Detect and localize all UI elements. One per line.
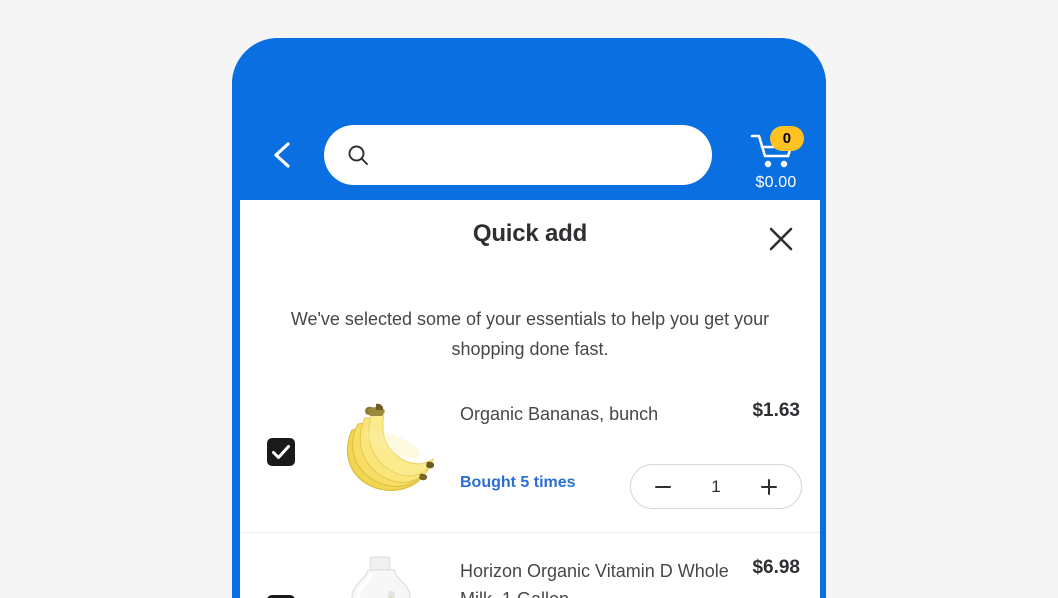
product-price: $1.63 <box>752 400 800 421</box>
product-row: Organic Bananas, bunch $1.63 Bought 5 ti… <box>240 376 820 532</box>
product-title: Organic Bananas, bunch <box>460 404 659 424</box>
page-title: Quick add <box>472 220 588 247</box>
app-header: 0 $0.00 <box>232 38 826 200</box>
close-button[interactable] <box>764 222 798 256</box>
checkmark-icon <box>272 445 290 459</box>
sheet-subtitle: We've selected some of your essentials t… <box>290 309 770 359</box>
bought-times-link[interactable]: Bought 5 times <box>460 474 576 492</box>
quantity-value: 1 <box>711 476 721 496</box>
product-checkbox[interactable] <box>267 438 295 466</box>
cart-total-label: $0.00 <box>755 174 797 191</box>
quantity-stepper: 1 <box>630 464 802 509</box>
close-icon <box>769 227 793 251</box>
milk-jug-image <box>328 553 434 598</box>
sheet-header: Quick add <box>240 200 820 266</box>
search-bar[interactable] <box>324 125 712 185</box>
phone-frame: 0 $0.00 Quick add We've selected some of… <box>232 38 826 598</box>
chevron-left-icon <box>274 142 290 168</box>
bananas-image <box>328 396 434 506</box>
product-list: Organic Bananas, bunch $1.63 Bought 5 ti… <box>240 376 820 598</box>
search-input[interactable] <box>382 146 682 164</box>
search-icon <box>348 145 368 165</box>
increment-button[interactable] <box>757 475 781 499</box>
decrement-button[interactable] <box>651 475 675 499</box>
plus-icon <box>761 478 777 495</box>
cart-count-badge: 0 <box>770 126 804 151</box>
back-button[interactable] <box>265 138 299 172</box>
product-row: Horizon Organic Vitamin D Whole Milk, 1 … <box>240 532 820 598</box>
quick-add-sheet: Quick add We've selected some of your es… <box>240 200 820 598</box>
minus-icon <box>655 485 671 488</box>
cart-button[interactable]: 0 $0.00 <box>740 126 812 202</box>
product-price: $6.98 <box>752 557 800 578</box>
